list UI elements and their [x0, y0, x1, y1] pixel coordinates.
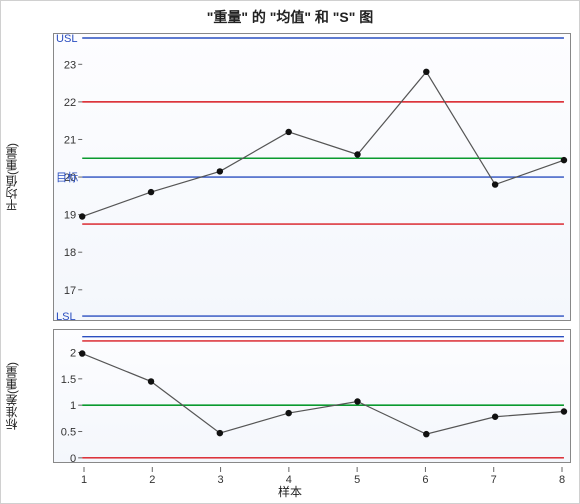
svg-text:18: 18: [64, 247, 76, 259]
svg-text:17: 17: [64, 285, 76, 297]
svg-text:LSL: LSL: [56, 311, 76, 320]
svg-text:23: 23: [64, 59, 76, 71]
svg-text:22: 22: [64, 97, 76, 109]
svg-text:2: 2: [70, 348, 76, 360]
svg-text:19: 19: [64, 210, 76, 222]
panel-stack: 平均值(重量) 17181920212223USL目标LSL 标准差(重量) 0…: [1, 29, 579, 499]
svg-text:2: 2: [149, 474, 155, 486]
s-panel: 标准差(重量) 0 0.5 1 1.5 2: [1, 325, 579, 467]
svg-text:目标: 目标: [56, 170, 78, 184]
s-plot-area: 0 0.5 1 1.5 2: [53, 329, 571, 463]
mean-plot-area: 17181920212223USL目标LSL: [53, 33, 571, 321]
svg-text:5: 5: [354, 474, 360, 486]
svg-text:6: 6: [422, 474, 428, 486]
svg-text:USL: USL: [56, 34, 78, 45]
svg-text:4: 4: [286, 474, 292, 486]
svg-text:3: 3: [218, 474, 224, 486]
x-axis-row: 12345678 样本: [1, 467, 579, 499]
svg-text:0.5: 0.5: [61, 427, 76, 439]
svg-text:1.5: 1.5: [61, 374, 76, 386]
svg-text:1: 1: [70, 400, 76, 412]
svg-text:8: 8: [559, 474, 565, 486]
s-ylabel: 标准差(重量): [3, 362, 20, 430]
svg-text:1: 1: [81, 474, 87, 486]
mean-panel: 平均值(重量) 17181920212223USL目标LSL: [1, 29, 579, 325]
control-chart: "重量" 的 "均值" 和 "S" 图 平均值(重量) 171819202122…: [0, 0, 580, 504]
svg-text:0: 0: [70, 453, 76, 462]
svg-text:21: 21: [64, 135, 76, 147]
svg-text:7: 7: [491, 474, 497, 486]
chart-title: "重量" 的 "均值" 和 "S" 图: [1, 1, 579, 29]
mean-ylabel: 平均值(重量): [3, 143, 20, 211]
